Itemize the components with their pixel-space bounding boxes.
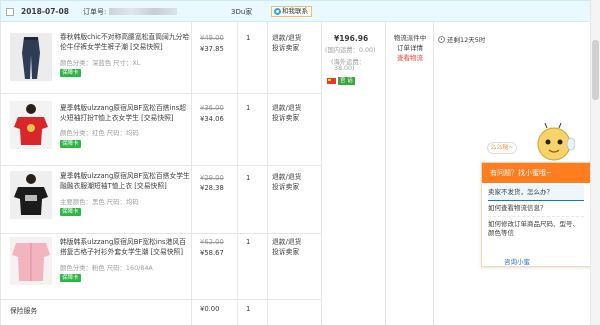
order-detail-link[interactable]: 订单详情	[390, 44, 430, 54]
refund-link[interactable]: 退款/退货	[272, 173, 301, 183]
page-scrollbar[interactable]	[590, 0, 600, 325]
paid-price: ¥34.06	[200, 115, 224, 123]
assistant-question[interactable]: 如何查看物流信息？	[488, 201, 584, 217]
pink-jacket-image	[10, 237, 52, 285]
row-divider	[1, 93, 321, 94]
assistant-question[interactable]: 卖家不发货，怎么办？	[488, 185, 584, 201]
domestic-shipping: (国内运费：0.00)	[325, 47, 376, 54]
black-shirt-image	[10, 171, 52, 219]
refund-link[interactable]: 退款/退货	[272, 34, 301, 44]
original-price: ¥62.00	[200, 238, 224, 246]
product-image[interactable]	[10, 237, 52, 285]
view-logistics-label: 查看物流	[397, 54, 423, 62]
col-divider	[237, 22, 238, 325]
col-divider	[321, 22, 322, 325]
logistics-status: 物流派件中	[393, 34, 427, 42]
guarantee-badge[interactable]: 保障卡	[60, 208, 81, 216]
insurance-price: ¥0.00	[200, 305, 220, 313]
assistant-question-list: 卖家不发货，怎么办？ 如何查看物流信息？ 如何修改订单商品尺码、型号、颜色等信	[482, 185, 590, 241]
refund-link[interactable]: 退款/退货	[272, 238, 301, 248]
col-divider	[267, 22, 268, 325]
complain-link[interactable]: 投诉卖家	[272, 248, 299, 258]
quantity: 1	[246, 238, 251, 246]
view-logistics-link[interactable]: 查看物流	[390, 54, 430, 64]
flag-icon	[327, 78, 336, 84]
col-divider	[191, 22, 192, 325]
complain-link[interactable]: 投诉卖家	[272, 114, 299, 124]
col-divider	[433, 22, 434, 325]
clock-icon	[438, 35, 445, 43]
assistant-question[interactable]: 如何修改订单商品尺码、型号、颜色等信	[488, 217, 584, 241]
chat-icon	[274, 8, 281, 15]
bee-mascot-icon[interactable]	[533, 122, 575, 166]
complain-link[interactable]: 投诉卖家	[272, 44, 299, 54]
product-title[interactable]: 夏季韩版ulzzang原宿风BF宽松百搭ins超火短袖打扮T恤上衣女学生 [交易…	[60, 104, 190, 123]
overseas-shipping-amount: 38.00)	[334, 65, 355, 72]
product-title[interactable]: 韩版韩系ulzzang原宿风BF宽松ins港风百搭复古格子衬衫外套女学生潮 [交…	[60, 238, 190, 257]
product-image[interactable]	[10, 171, 52, 219]
contact-seller-button[interactable]: 和我联系	[271, 6, 312, 17]
row-divider	[1, 299, 321, 300]
assistant-panel: 有问题？找小蜜哦~ 卖家不发货，怎么办？ 如何查看物流信息？ 如何修改订单商品尺…	[481, 162, 591, 267]
complain-link[interactable]: 投诉卖家	[272, 183, 299, 193]
assistant-bubble: 么么哒~	[487, 142, 517, 154]
refund-link[interactable]: 退款/退货	[272, 104, 301, 114]
original-price: ¥49.00	[200, 34, 224, 42]
order-checkbox[interactable]	[6, 8, 14, 16]
product-spec: 颜色分类：深蓝色 尺寸：XL	[60, 59, 141, 67]
product-title[interactable]: 夏季韩版ulzzang原宿风BF宽松百搭女学生融融衣服潮短袖T恤上衣 [交易快照…	[60, 172, 190, 191]
assistant-widget: 么么哒~ 有问题？找小蜜哦~ 卖家不发货，怎么办？ 如何查看物流信息？ 如何修改…	[481, 122, 591, 267]
paid-price: ¥37.85	[200, 45, 224, 53]
product-spec: 颜色分类：粉色 尺码：160/84A	[60, 264, 153, 272]
scrollbar-thumb[interactable]	[592, 40, 599, 100]
guarantee-badge[interactable]: 保障卡	[60, 140, 81, 148]
time-remaining-label: 还剩12天5时	[447, 36, 486, 44]
payment-method: 官 话	[327, 77, 355, 85]
insurance-qty: 1	[246, 305, 251, 313]
original-price: ¥36.00	[200, 104, 224, 112]
paid-price: ¥58.67	[200, 249, 224, 257]
quantity: 1	[246, 34, 251, 42]
order-number-redacted	[109, 8, 177, 15]
col-divider	[385, 22, 386, 325]
guarantee-badge[interactable]: 保障卡	[60, 69, 81, 77]
quantity: 1	[246, 174, 251, 182]
order-header: 2018-07-08 订单号: 3Du家 和我联系	[0, 0, 598, 22]
order-date: 2018-07-08	[21, 7, 69, 16]
product-spec: 颜色分类：红色 尺码：均码	[60, 129, 139, 137]
product-image[interactable]	[10, 33, 52, 81]
jeans-image	[10, 33, 52, 81]
consult-assistant-link[interactable]: 咨询小蜜	[504, 256, 530, 266]
insurance-label: 保险服务	[10, 307, 38, 315]
shop-name[interactable]: 3Du家	[231, 7, 252, 17]
row-divider	[1, 165, 321, 166]
paid-price: ¥28.38	[200, 184, 224, 192]
time-remaining: 还剩12天5时	[438, 34, 485, 44]
product-image[interactable]	[10, 101, 52, 149]
original-price: ¥29.00	[200, 174, 224, 182]
red-shirt-image	[10, 101, 52, 149]
assistant-header: 有问题？找小蜜哦~	[482, 163, 590, 183]
payment-tag: 官 话	[338, 77, 355, 85]
row-divider	[1, 233, 321, 234]
contact-seller-label: 和我联系	[282, 7, 308, 15]
guarantee-badge[interactable]: 保障卡	[60, 274, 81, 282]
order-total: ¥196.96	[334, 34, 369, 43]
quantity: 1	[246, 104, 251, 112]
product-spec: 主要颜色：黑色 尺码：均码	[60, 198, 139, 206]
order-number-label: 订单号:	[83, 8, 107, 16]
product-title[interactable]: 春秋韩版chic不对称高腰宽松直筒阔九分哈伦牛仔裤女学生裤子潮 [交易快照]	[60, 33, 190, 52]
